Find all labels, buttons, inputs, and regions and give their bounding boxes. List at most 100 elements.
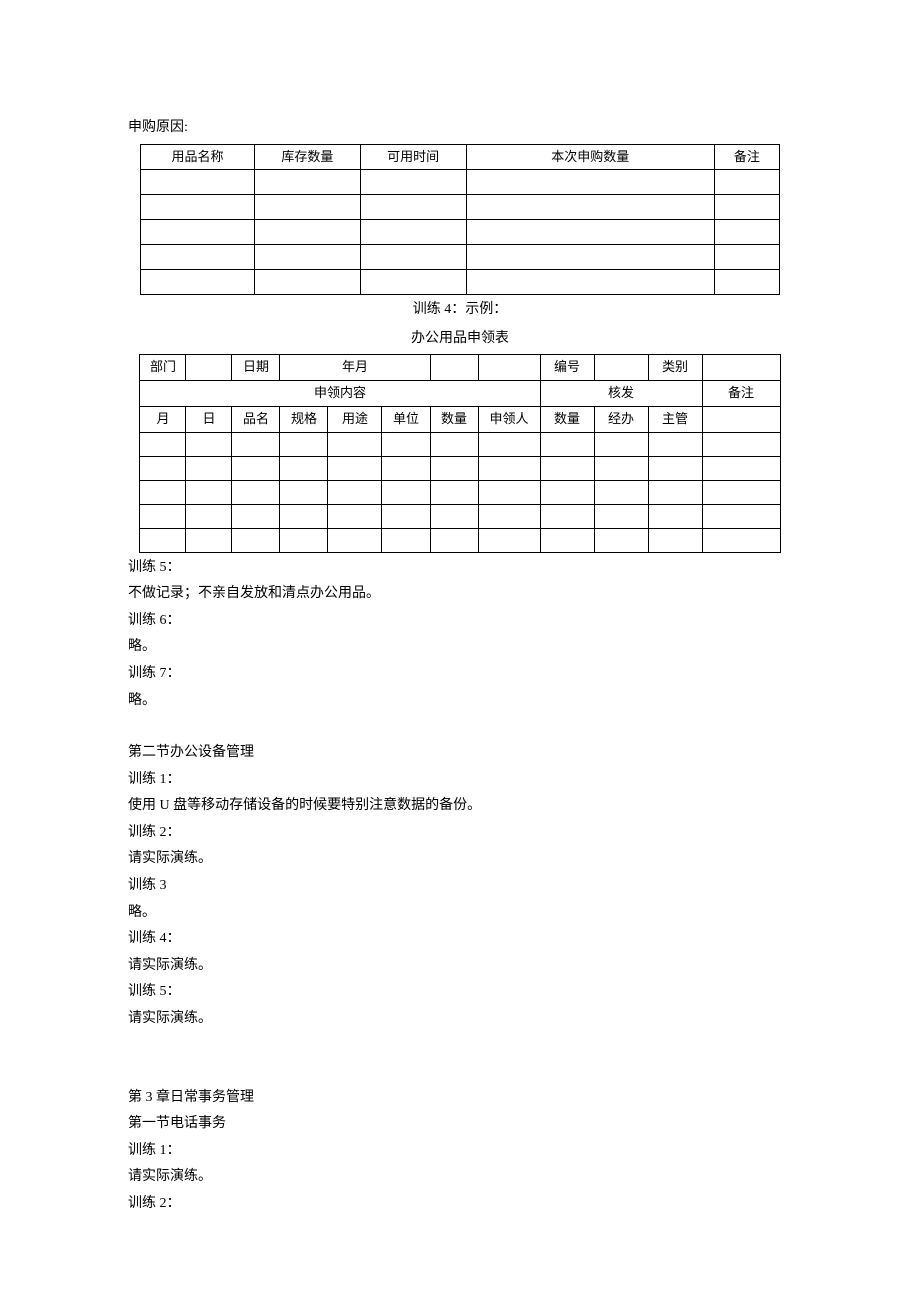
- cell: [140, 528, 186, 552]
- yongtu-cell: 用途: [328, 406, 382, 432]
- cell: [702, 504, 780, 528]
- cell: [254, 170, 360, 195]
- body-text: 请实际演练。: [128, 846, 792, 873]
- cell: [232, 480, 280, 504]
- body-text: 训练 2：: [128, 1191, 792, 1218]
- cell: [714, 170, 779, 195]
- body-text: 训练 3: [128, 873, 792, 900]
- body-text: 请实际演练。: [128, 953, 792, 980]
- cell: [382, 504, 430, 528]
- beizhu-cell: 备注: [702, 381, 780, 407]
- cell: [430, 528, 478, 552]
- shenlingren-cell: 申领人: [478, 406, 540, 432]
- cell: [232, 432, 280, 456]
- cell: [186, 504, 232, 528]
- table-row: [141, 195, 780, 220]
- cell: [328, 504, 382, 528]
- body-text: 请实际演练。: [128, 1006, 792, 1033]
- hefa-cell: 核发: [540, 381, 702, 407]
- cell: [360, 245, 466, 270]
- cell: [360, 170, 466, 195]
- cell: [141, 220, 255, 245]
- cell: [232, 528, 280, 552]
- body-text: 略。: [128, 688, 792, 715]
- header-cell: 可用时间: [360, 144, 466, 170]
- cell: [648, 456, 702, 480]
- header-cell: 库存数量: [254, 144, 360, 170]
- cell: [594, 355, 648, 381]
- body-text: 训练 5：: [128, 555, 792, 582]
- body-text: 请实际演练。: [128, 1164, 792, 1191]
- cell: [702, 432, 780, 456]
- cell: [254, 270, 360, 295]
- cell: [328, 456, 382, 480]
- cell: [232, 456, 280, 480]
- reason-label: 申购原因:: [128, 115, 792, 142]
- cell: [478, 456, 540, 480]
- cell: [382, 528, 430, 552]
- table-row: [141, 245, 780, 270]
- table-row: 用品名称 库存数量 可用时间 本次申购数量 备注: [141, 144, 780, 170]
- spacer: [128, 1033, 792, 1059]
- yue-cell: 月: [140, 406, 186, 432]
- cell: [280, 432, 328, 456]
- body-text: 训练 7：: [128, 661, 792, 688]
- cell: [186, 355, 232, 381]
- cell: [478, 528, 540, 552]
- cell: [594, 504, 648, 528]
- spacer: [128, 714, 792, 740]
- caption-exercise4: 训练 4：示例：: [128, 297, 792, 324]
- bianhao-label-cell: 编号: [540, 355, 594, 381]
- cell: [594, 480, 648, 504]
- body-text: 训练 5：: [128, 979, 792, 1006]
- shuliang2-cell: 数量: [540, 406, 594, 432]
- body-text: 略。: [128, 900, 792, 927]
- cell: [430, 355, 478, 381]
- header-cell: 本次申购数量: [466, 144, 714, 170]
- jingban-cell: 经办: [594, 406, 648, 432]
- cell: [232, 504, 280, 528]
- header-cell: 备注: [714, 144, 779, 170]
- section-heading: 第二节办公设备管理: [128, 740, 792, 767]
- cell: [186, 480, 232, 504]
- cell: [466, 170, 714, 195]
- table-row: [141, 170, 780, 195]
- caption-form-title: 办公用品申领表: [128, 326, 792, 353]
- cell: [186, 528, 232, 552]
- shuliang-cell: 数量: [430, 406, 478, 432]
- requisition-table: 部门 日期 年月 编号 类别 申领内容 核发 备注 月 日 品名 规格 用途 单…: [139, 354, 780, 552]
- cell: [540, 456, 594, 480]
- cell: [702, 456, 780, 480]
- cell: [714, 195, 779, 220]
- cell: [280, 528, 328, 552]
- cell: [594, 432, 648, 456]
- chapter-heading: 第 3 章日常事务管理: [128, 1085, 792, 1112]
- cell: [540, 528, 594, 552]
- body-text: 训练 2：: [128, 820, 792, 847]
- cell: [540, 432, 594, 456]
- cell: [328, 528, 382, 552]
- cell: [540, 504, 594, 528]
- dept-label-cell: 部门: [140, 355, 186, 381]
- cell: [648, 504, 702, 528]
- cell: [382, 480, 430, 504]
- cell: [382, 432, 430, 456]
- date-label-cell: 日期: [232, 355, 280, 381]
- body-text: 使用 U 盘等移动存储设备的时候要特别注意数据的备份。: [128, 793, 792, 820]
- cell: [140, 504, 186, 528]
- danwei-cell: 单位: [382, 406, 430, 432]
- table-row: [140, 432, 780, 456]
- cell: [328, 480, 382, 504]
- zhuguan-cell: 主管: [648, 406, 702, 432]
- cell: [430, 432, 478, 456]
- cell: [360, 195, 466, 220]
- cell: [360, 270, 466, 295]
- cell: [141, 170, 255, 195]
- cell: [254, 220, 360, 245]
- cell: [466, 245, 714, 270]
- table-row: 申领内容 核发 备注: [140, 381, 780, 407]
- table-row: [140, 528, 780, 552]
- table-row: 月 日 品名 规格 用途 单位 数量 申领人 数量 经办 主管: [140, 406, 780, 432]
- body-text: 不做记录；不亲自发放和清点办公用品。: [128, 581, 792, 608]
- cell: [186, 456, 232, 480]
